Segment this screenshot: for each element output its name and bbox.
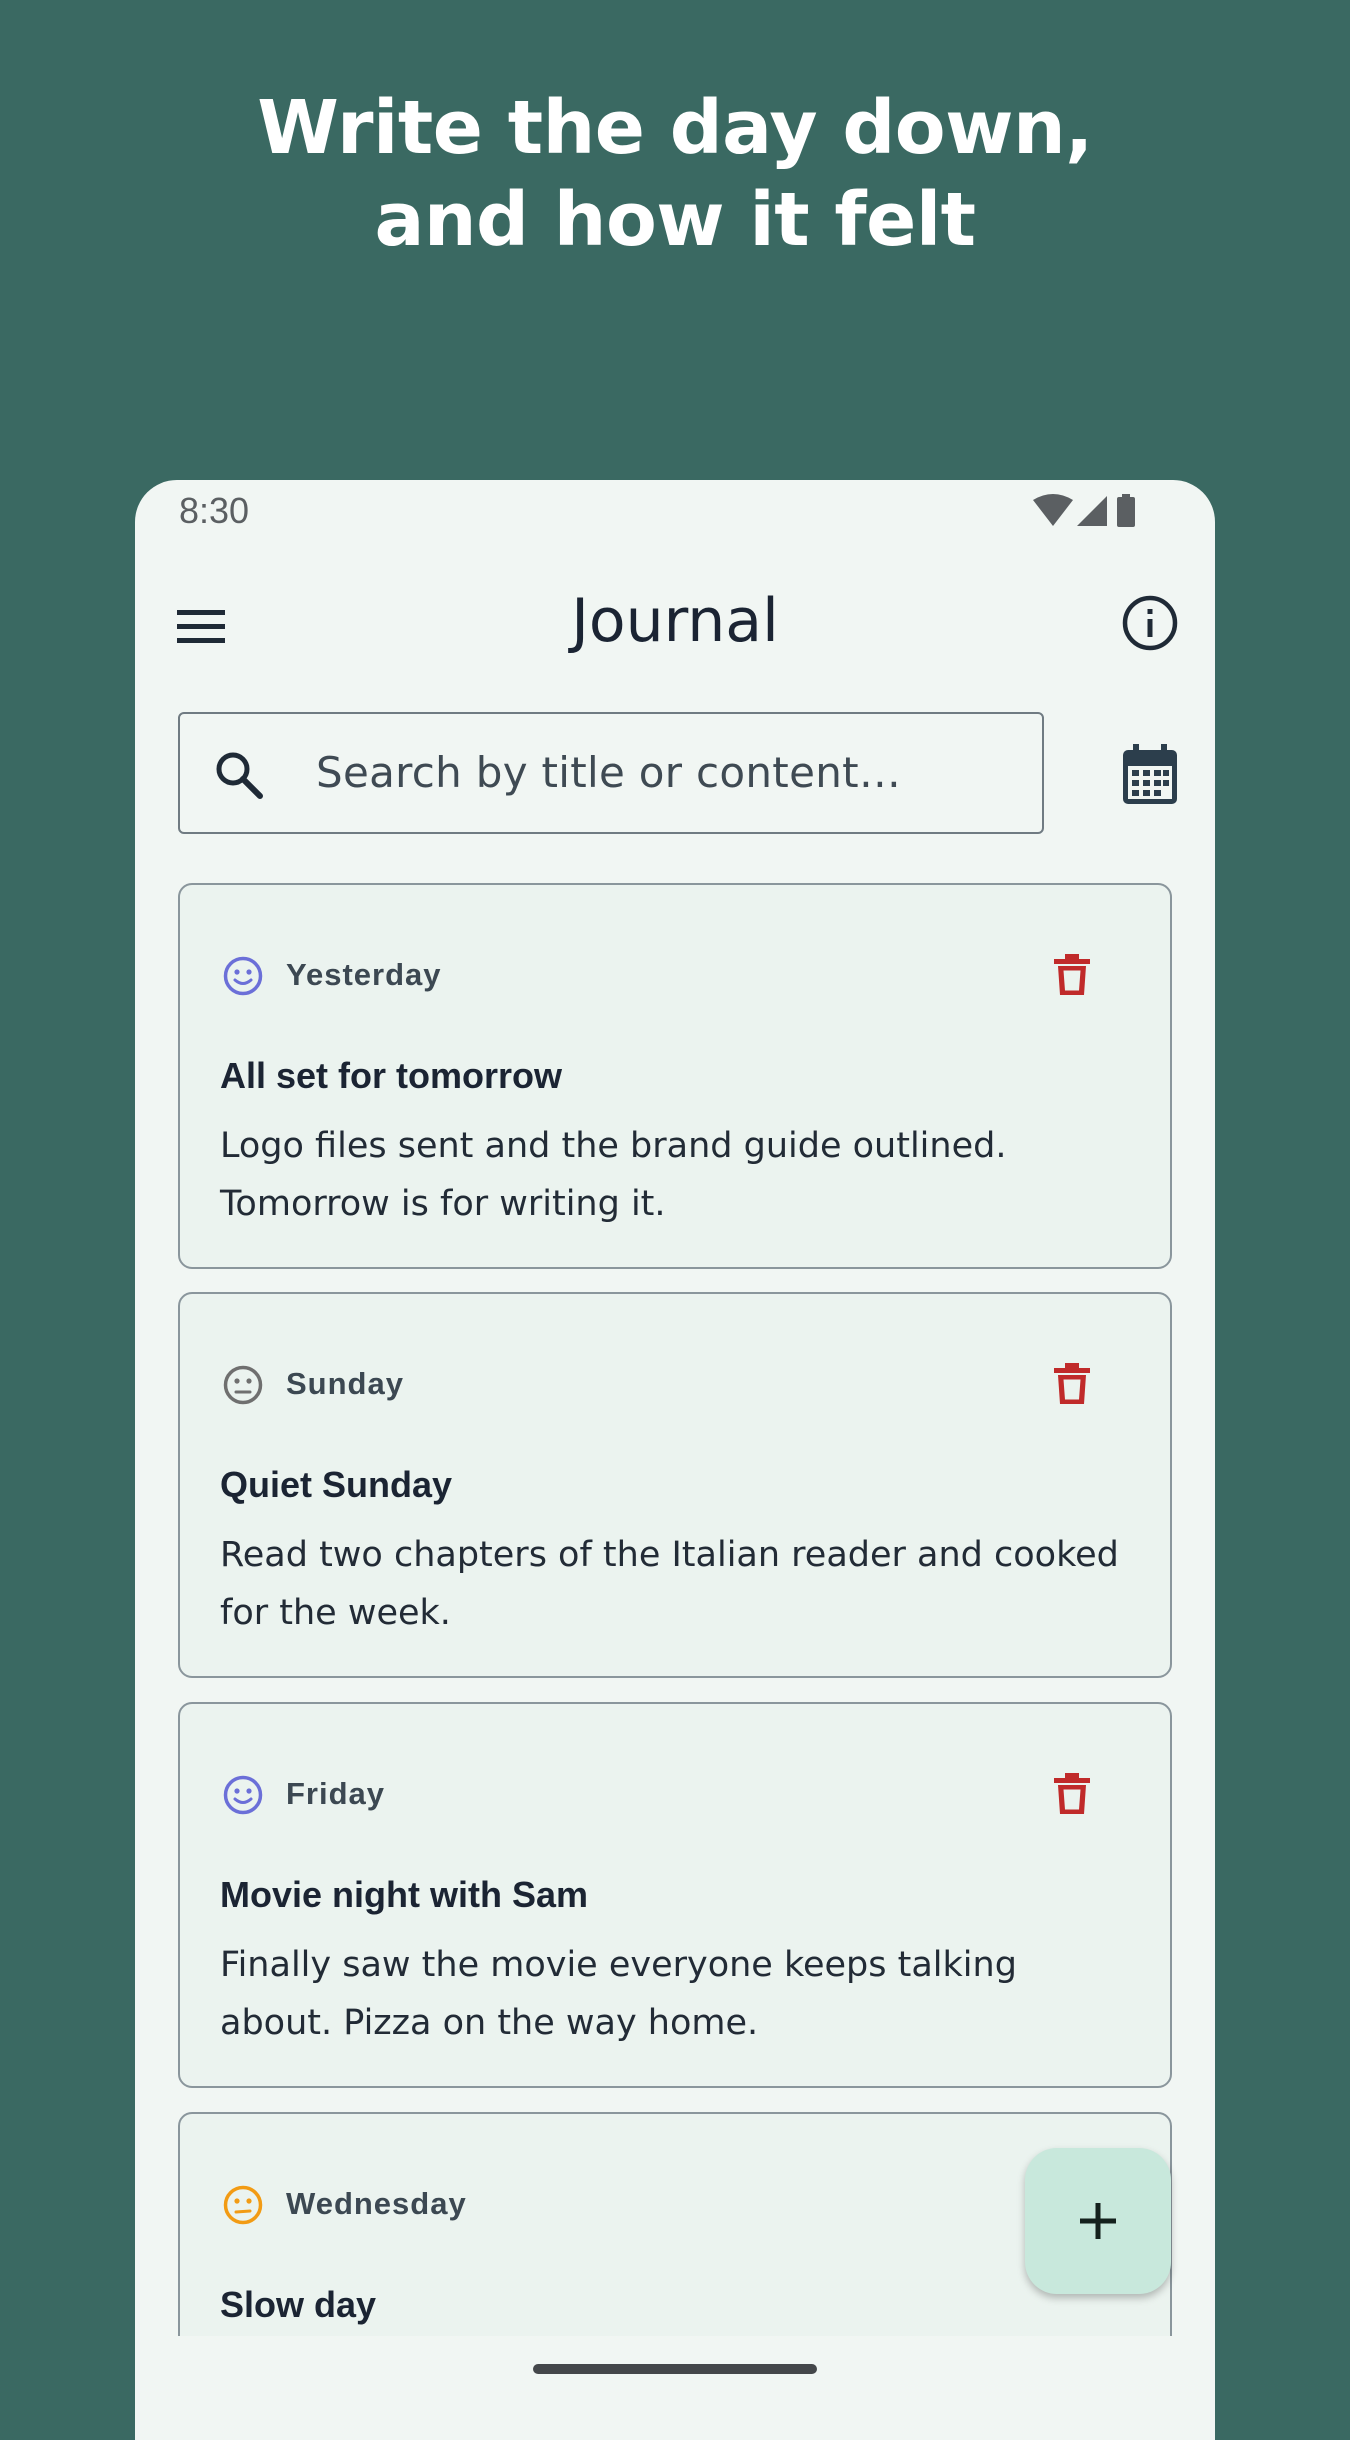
calendar-icon	[1123, 744, 1177, 804]
happy-mood-icon	[223, 956, 263, 996]
entry-body: Logo files sent and the brand guide outl…	[220, 1126, 1007, 1224]
app-title: Journal	[571, 586, 779, 656]
entry-title: Slow day	[220, 2284, 377, 2325]
status-icons	[1033, 492, 1143, 532]
neutral-mood-icon	[223, 1365, 263, 1405]
entry-date: Yesterday	[286, 957, 442, 992]
headline-line-2: and how it felt	[374, 177, 976, 263]
entry-date: Friday	[286, 1776, 386, 1811]
phone-screen: 8:30 Journal Search by title or content……	[135, 480, 1215, 2440]
meh-mood-icon	[223, 2185, 263, 2225]
entry-date: Wednesday	[286, 2186, 467, 2221]
info-icon	[1122, 595, 1178, 651]
delete-button[interactable]	[1050, 953, 1094, 997]
journal-entry-card[interactable]: Yesterday All set for tomorrow Logo file…	[178, 883, 1172, 1269]
plus-icon	[1080, 2203, 1116, 2239]
entry-body: Finally saw the movie everyone keeps tal…	[220, 1945, 1017, 2043]
wifi-icon	[1033, 494, 1073, 526]
calendar-button[interactable]	[1121, 744, 1179, 806]
entry-body: Read two chapters of the Italian reader …	[220, 1535, 1119, 1633]
entry-title: Movie night with Sam	[220, 1874, 589, 1915]
delete-button[interactable]	[1050, 1772, 1094, 1816]
search-icon	[216, 752, 263, 799]
headline: Write the day down, and how it felt	[0, 82, 1350, 266]
signal-icon	[1077, 496, 1107, 526]
search-placeholder: Search by title or content…	[316, 748, 902, 797]
trash-icon	[1054, 954, 1090, 995]
status-time: 8:30	[179, 490, 250, 531]
info-button[interactable]	[1119, 592, 1181, 654]
trash-icon	[1054, 1363, 1090, 1404]
headline-line-1: Write the day down,	[257, 85, 1093, 171]
entry-date: Sunday	[286, 1366, 404, 1401]
entry-title: All set for tomorrow	[220, 1055, 563, 1096]
home-indicator[interactable]	[533, 2364, 817, 2374]
add-entry-button[interactable]	[1025, 2148, 1171, 2294]
happy-mood-icon	[223, 1775, 263, 1815]
delete-button[interactable]	[1050, 1362, 1094, 1406]
journal-entry-card[interactable]: Friday Movie night with Sam Finally saw …	[178, 1702, 1172, 2088]
app-bar: Journal	[135, 570, 1215, 680]
search-input[interactable]: Search by title or content…	[178, 712, 1044, 834]
entry-title: Quiet Sunday	[220, 1464, 453, 1505]
battery-icon	[1117, 494, 1135, 527]
trash-icon	[1054, 1773, 1090, 1814]
bottom-nav-area	[135, 2336, 1215, 2440]
status-bar: 8:30	[135, 480, 1215, 542]
journal-entry-card[interactable]: Sunday Quiet Sunday Read two chapters of…	[178, 1292, 1172, 1678]
